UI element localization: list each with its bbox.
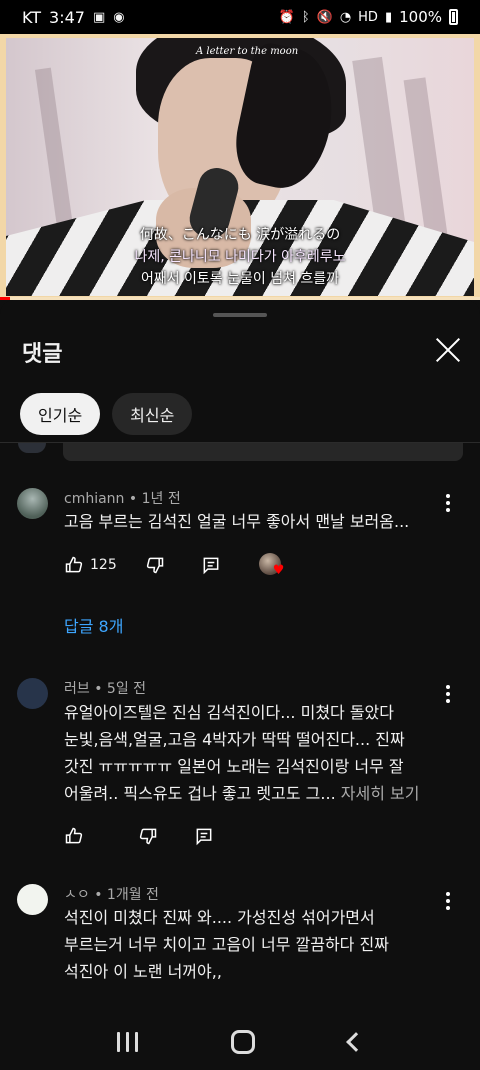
- avatar[interactable]: [17, 488, 48, 519]
- chip-newest[interactable]: 최신순: [112, 393, 193, 435]
- read-more-link[interactable]: 자세히 보기: [341, 784, 420, 803]
- image-icon: ▣: [92, 9, 106, 25]
- subtitle-romanized: 나제, 콘나니모 나미다가 아후레루노: [134, 249, 346, 265]
- comment-text[interactable]: 유얼아이즈텔은 진심 김석진이다... 미쳤다 돌았다 눈빛,음색,얼굴,고음 …: [64, 699, 444, 807]
- background-streak: [34, 67, 74, 229]
- clock: 3:47: [49, 7, 85, 27]
- comment-line: 석진이 미쳤다 진짜 와.... 가성진성 섞어가면서: [64, 908, 375, 927]
- comment-text[interactable]: 석진이 미쳤다 진짜 와.... 가성진성 섞어가면서 부르는거 너무 치이고 …: [64, 904, 444, 985]
- sort-chips: 인기순 최신순: [20, 393, 193, 435]
- replies-button[interactable]: 답글 8개: [64, 613, 123, 637]
- recents-icon[interactable]: [116, 1032, 138, 1052]
- home-icon[interactable]: [231, 1030, 256, 1054]
- dislike-button[interactable]: [138, 826, 158, 846]
- battery-percent: 100%: [399, 8, 442, 26]
- subtitle-korean: 어째서 이토록 눈물이 넘쳐 흐를까: [140, 271, 340, 287]
- comment-actions: [64, 824, 214, 848]
- add-comment-input[interactable]: [63, 443, 463, 461]
- comment-line: 어울려.. 픽스유도 겁나 좋고 렛고도 그... 자세히 보기: [64, 780, 444, 807]
- comment-item: ㅅㅇ • 1개월 전 석진이 미쳤다 진짜 와.... 가성진성 섞어가면서 부…: [0, 882, 480, 1014]
- system-nav-bar: [0, 1014, 480, 1070]
- close-icon[interactable]: [432, 334, 464, 366]
- video-player[interactable]: A letter to the moon 何故、こんなにも 涙が溢れるの 나제,…: [0, 34, 480, 300]
- signal-icon: ▮: [384, 9, 393, 25]
- carrier-label: KT: [22, 7, 42, 27]
- my-avatar: [18, 443, 46, 453]
- comment-line: 눈빛,음색,얼굴,고음 4박자가 딱딱 떨어진다... 진짜: [64, 730, 405, 749]
- comment-line: 부르는거 너무 치이고 고음이 너무 깔끔하다 진짜: [64, 935, 389, 954]
- alarm-icon: ⏰: [278, 9, 295, 25]
- comment-meta[interactable]: 러브 • 5일 전: [64, 678, 146, 698]
- comment-line-text: 어울려.. 픽스유도 겁나 좋고 렛고도 그...: [64, 784, 336, 803]
- comment-line: 석진아 이 노랜 너꺼야,,: [64, 962, 222, 981]
- status-left: KT 3:47 ▣ ◉: [22, 8, 125, 27]
- mute-icon: 🔇: [316, 9, 333, 25]
- comment-line: 유얼아이즈텔은 진심 김석진이다... 미쳤다 돌았다: [64, 703, 395, 722]
- sheet-title: 댓글: [22, 342, 63, 367]
- back-icon[interactable]: [346, 1032, 367, 1052]
- thumbs-up-icon: [65, 827, 83, 844]
- heart-icon: ♥: [272, 563, 285, 578]
- thumbs-up-icon: [65, 556, 83, 573]
- drag-handle[interactable]: [213, 313, 267, 317]
- hd-icon: HD: [358, 9, 378, 25]
- comment-item: cmhiann • 1년 전 고음 부르는 김석진 얼굴 너무 좋아서 맨날 보…: [0, 480, 480, 640]
- thumbs-down-icon: [139, 828, 157, 845]
- reply-button[interactable]: [194, 826, 214, 846]
- status-bar: KT 3:47 ▣ ◉ ⏰ ᛒ 🔇 ◔ HD ▮ 100%: [0, 0, 480, 34]
- avatar[interactable]: [17, 884, 48, 915]
- like-button[interactable]: [64, 826, 84, 846]
- comment-item: 러브 • 5일 전 유얼아이즈텔은 진심 김석진이다... 미쳤다 돌았다 눈빛…: [0, 675, 480, 855]
- like-count: 125: [90, 557, 117, 573]
- battery-icon: [449, 9, 458, 25]
- reply-icon: [196, 828, 212, 846]
- reply-button[interactable]: [201, 555, 221, 575]
- comment-text[interactable]: 고음 부르는 김석진 얼굴 너무 좋아서 맨날 보러옴...: [64, 508, 444, 535]
- comment-meta[interactable]: cmhiann • 1년 전: [64, 488, 181, 508]
- talk-icon: ◉: [113, 9, 125, 25]
- avatar[interactable]: [17, 678, 48, 709]
- thumbs-down-icon: [146, 557, 163, 574]
- reply-icon: [203, 557, 219, 575]
- dislike-button[interactable]: [145, 555, 165, 575]
- comment-meta[interactable]: ㅅㅇ • 1개월 전: [64, 884, 159, 904]
- video-progress-fill: [0, 297, 10, 300]
- creator-heart[interactable]: ♥: [258, 553, 287, 581]
- status-right: ⏰ ᛒ 🔇 ◔ HD ▮ 100%: [279, 8, 458, 26]
- subtitle-japanese: 何故、こんなにも 涙が溢れるの: [139, 227, 341, 243]
- wifi-icon: ◔: [339, 9, 352, 25]
- video-overlay-title: A letter to the moon: [196, 46, 299, 57]
- bluetooth-icon: ᛒ: [301, 9, 310, 25]
- video-frame[interactable]: A letter to the moon 何故、こんなにも 涙が溢れるの 나제,…: [6, 38, 474, 296]
- comment-line: 갓진 ㅠㅠㅠㅠㅠ 일본어 노래는 김석진이랑 너무 잘: [64, 757, 404, 776]
- chip-top[interactable]: 인기순: [20, 393, 101, 435]
- comments-sheet: 댓글 인기순 최신순 cmhiann • 1년 전 고음 부르는 김석진 얼굴 …: [0, 300, 480, 1014]
- like-button[interactable]: 125: [64, 555, 117, 575]
- comment-actions: 125 ♥: [64, 553, 287, 578]
